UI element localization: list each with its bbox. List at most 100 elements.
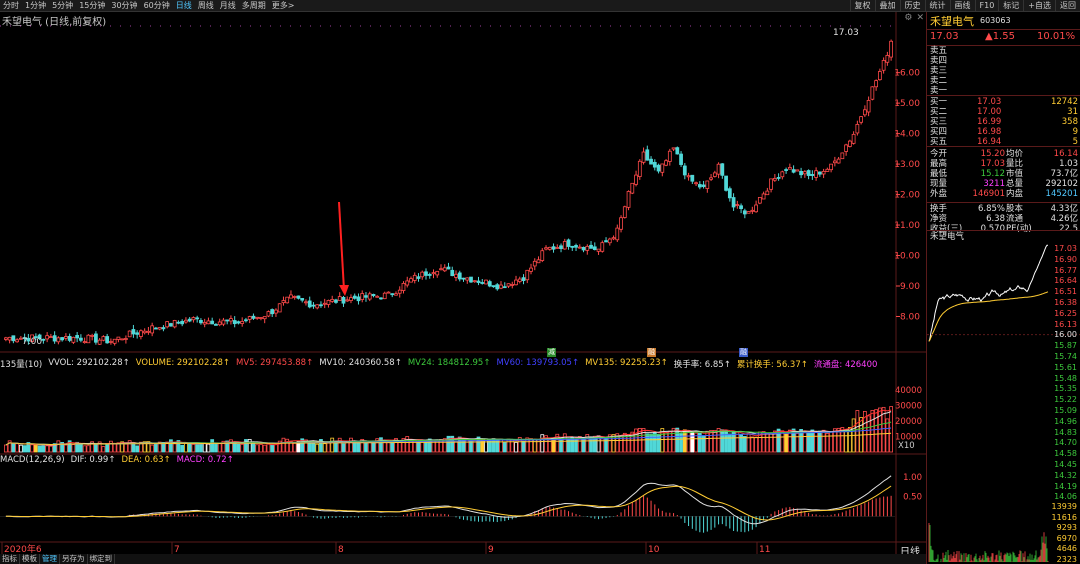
volume-bar (180, 444, 185, 453)
volume-bar (49, 445, 53, 453)
period-tab-9[interactable]: 多周期 (239, 0, 269, 12)
toolbar-button-7[interactable]: 返回 (1055, 0, 1080, 12)
candle (465, 277, 470, 284)
period-tab-6[interactable]: 日线 (173, 0, 195, 12)
candle (450, 266, 455, 277)
toolbar-button-2[interactable]: 统计 (924, 0, 950, 12)
candle (750, 206, 755, 215)
candle (615, 224, 620, 243)
toolbar-button-5[interactable]: 标记 (998, 0, 1023, 12)
vvol-value: VVOL: 292102.28↑ (48, 358, 130, 368)
candle (731, 193, 736, 211)
candle (45, 332, 50, 343)
candle (679, 151, 683, 167)
volume-indicator-name[interactable]: 135量(10) (0, 358, 42, 370)
period-tab-4[interactable]: 30分钟 (108, 0, 140, 12)
volume-bar (506, 438, 511, 453)
candle (195, 315, 200, 323)
toolbar-button-6[interactable]: +自选 (1023, 0, 1055, 12)
toolbar-button-0[interactable]: 叠加 (874, 0, 900, 12)
volume-bar (281, 437, 286, 453)
candle (41, 338, 46, 344)
volume-bar (322, 443, 327, 453)
period-tab-1[interactable]: 1分钟 (22, 0, 49, 12)
candle (409, 276, 413, 283)
stat-value-2: 16.14 (1053, 149, 1078, 159)
candle (870, 86, 875, 101)
candle (836, 157, 841, 164)
stat-row: 最低 15.12 市值 73.7亿 (927, 169, 1080, 179)
period-toolbar: 分时 1分钟 5分钟 15分钟 30分钟 60分钟 日线 周线 月线 多周期 更多> 复权 叠加 历史… (0, 0, 1080, 12)
candle (442, 264, 447, 273)
candle (540, 248, 545, 263)
stat-row: 最高 17.03 量比 1.03 (927, 159, 1080, 169)
kline-chart-area[interactable]: 16.00 15.00 14.00 13.00 12.00 11.00 10.00 9.00 8… (0, 12, 926, 554)
intraday-volume-tick: 4646 (1056, 544, 1077, 553)
candle (581, 246, 586, 253)
volume-bar (364, 441, 368, 453)
candle (424, 268, 428, 280)
volume-bar (645, 433, 650, 453)
period-tab-8[interactable]: 月线 (217, 0, 239, 12)
toolbar-button-1[interactable]: 历史 (899, 0, 925, 12)
stock-name: 禾望电气 (930, 14, 974, 28)
adjust-button[interactable]: 复权 (849, 0, 875, 12)
intraday-price-tick: 16.25 (1054, 308, 1077, 318)
buy-row: 买四 16.98 9 (927, 127, 1080, 137)
status-tab-3[interactable]: 另存为 (60, 554, 88, 564)
candle (889, 39, 893, 61)
intraday-price-tick: 14.06 (1054, 492, 1077, 502)
status-tab-1[interactable]: 模板 (20, 554, 40, 564)
toolbar-button-4[interactable]: F10 (974, 0, 999, 12)
volume-bar (94, 443, 98, 453)
volume-bar (480, 438, 485, 453)
period-tab-7[interactable]: 周线 (195, 0, 217, 12)
period-tab-5[interactable]: 60分钟 (141, 0, 173, 12)
candle (592, 242, 597, 251)
candle (214, 323, 218, 326)
event-badge-margin[interactable]: 融 (647, 348, 656, 357)
period-tab-3[interactable]: 15分钟 (76, 0, 108, 12)
candle (187, 317, 192, 323)
status-tab-2[interactable]: 管理 (40, 554, 60, 564)
period-tab-10[interactable]: 更多> (269, 0, 298, 12)
status-tab-0[interactable]: 指标 (0, 554, 20, 564)
stat-value-2: 1.03 (1059, 159, 1078, 169)
volume-bar (765, 432, 770, 453)
stat-label: 今开 (930, 149, 948, 159)
candle (806, 169, 811, 180)
candle (622, 205, 627, 219)
macd-indicator-name[interactable]: MACD(12,26,9) (0, 455, 65, 467)
volume-bar (559, 437, 563, 453)
volume-bar (41, 444, 46, 453)
dif-value: DIF: 0.99↑ (70, 455, 116, 465)
candle (101, 335, 106, 342)
volume-unit-label: X10 (898, 441, 915, 451)
stat-value: 6.85% (977, 204, 1005, 214)
intraday-price-tick: 16.64 (1054, 276, 1077, 286)
volume-bar (709, 430, 713, 453)
candle (814, 167, 818, 181)
status-tab-4[interactable]: 绑定到 (88, 554, 115, 564)
candle (397, 286, 402, 298)
stat-value: 146901 (972, 189, 1005, 199)
price-change: ▲1.55 (985, 31, 1015, 42)
period-tab-2[interactable]: 5分钟 (49, 0, 76, 12)
candle (844, 143, 848, 156)
period-tab-0[interactable]: 分时 (0, 0, 22, 12)
event-badge-margin-2[interactable]: 融 (739, 348, 748, 357)
month-label: 7 (174, 545, 180, 554)
candle (589, 241, 593, 249)
candle (829, 163, 833, 173)
volume-bar (649, 433, 653, 453)
candle (577, 244, 582, 249)
volume-bar (34, 444, 38, 453)
candle (547, 246, 552, 251)
stat-value-2: 4.26亿 (1050, 214, 1078, 224)
intraday-price-tick: 16.90 (1054, 254, 1077, 264)
candle (307, 296, 312, 309)
stat-row: 今开 15.20 均价 16.14 (927, 149, 1080, 159)
toolbar-button-3[interactable]: 画线 (949, 0, 975, 12)
intraday-price-tick: 14.19 (1054, 481, 1077, 491)
event-badge-reduce[interactable]: 减 (547, 348, 556, 357)
